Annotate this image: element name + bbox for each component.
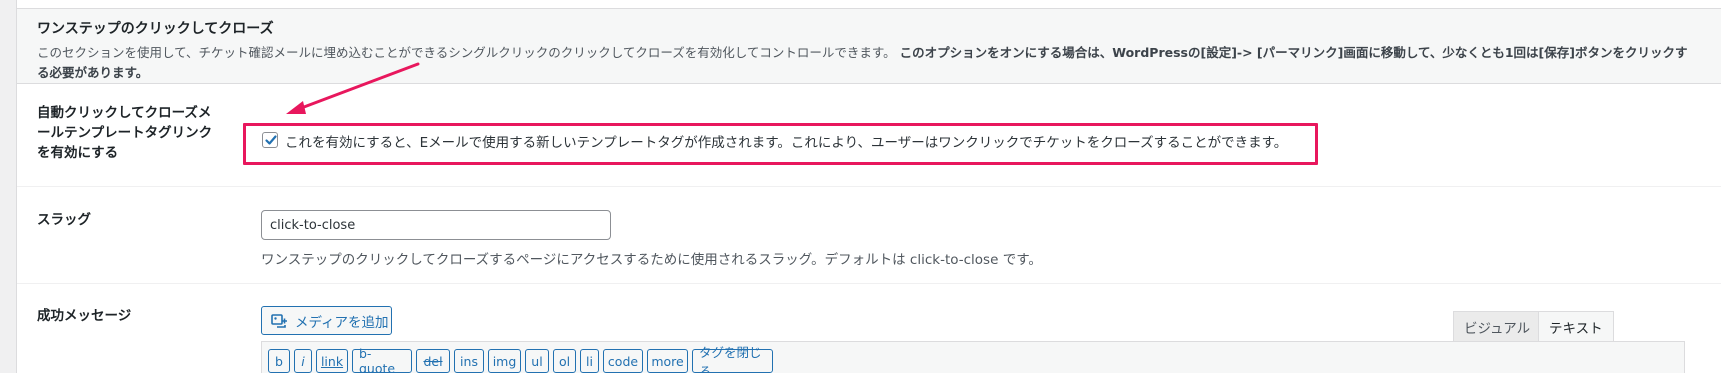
arrow-icon	[286, 62, 420, 114]
